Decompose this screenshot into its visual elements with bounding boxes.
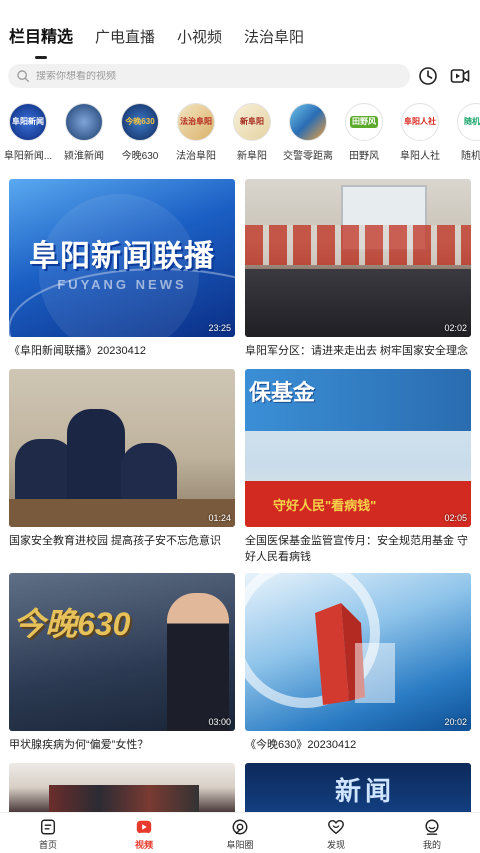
video-duration: 20:02 [444,717,467,727]
video-thumbnail[interactable] [9,763,235,812]
video-thumbnail[interactable]: 20:02 [245,573,471,731]
channel-avatar [65,103,103,141]
channel-avatar: 新阜阳 [233,103,271,141]
video-camera-icon[interactable] [450,66,470,86]
search-row [0,64,480,88]
video-title[interactable]: 《今晚630》20230412 [245,737,471,753]
video-card[interactable] [9,763,235,812]
channel-avatar: 今晚630 [121,103,159,141]
tab-lanmu-jingxuan[interactable]: 栏目精选 [9,29,73,59]
channel-item[interactable]: 新阜阳 新阜阳 [224,103,280,162]
nav-profile[interactable]: 我的 [384,813,480,853]
discover-icon [328,819,344,835]
channel-avatar: 田野风 [345,103,383,141]
home-icon [40,819,56,835]
thumbnail-overlay-text: 今晚630 [13,606,131,642]
channel-item[interactable]: 交警零距离 [280,103,336,162]
nav-label: 我的 [422,840,441,850]
nav-video[interactable]: 视频 [96,813,192,853]
red-flags [245,225,471,265]
video-thumbnail[interactable]: 今晚630 03:00 [9,573,235,731]
channel-item[interactable]: 阜阳新闻 阜阳新闻... [0,103,56,162]
channel-item[interactable]: 法治阜阳 法治阜阳 [168,103,224,162]
thumbnail-overlay-subtext: FUYANG NEWS [57,277,187,292]
video-duration: 01:24 [208,513,231,523]
video-title[interactable]: 阜阳军分区：请进来走出去 树牢国家安全理念 [245,343,471,359]
thumbnail-overlay-text: 保基金 [249,380,316,405]
circle-icon [232,819,248,835]
video-card[interactable]: 阜阳新闻联播 FUYANG NEWS 23:25 《阜阳新闻联播》2023041… [9,179,235,359]
search-input[interactable] [36,70,356,82]
profile-icon [425,819,439,835]
channel-item[interactable]: 颍淮新闻 [56,103,112,162]
nav-circle[interactable]: 阜阳圈 [192,813,288,853]
tab-fazhi-fuyang[interactable]: 法治阜阳 [244,29,304,47]
video-duration: 02:02 [444,323,467,333]
channel-avatar: 阜阳人社 [401,103,439,141]
search-icon [17,70,29,82]
thumbnail-overlay-subtext: 守好人民"看病钱" [273,498,377,513]
thumbnail-overlay-text: 阜阳新闻联播 [29,240,215,273]
video-thumbnail[interactable]: 02:02 [245,179,471,337]
nav-label: 阜阳圈 [226,840,254,850]
channel-item[interactable]: 阜阳人社 阜阳人社 [392,103,448,162]
video-duration: 02:05 [444,513,467,523]
channel-item[interactable]: 今晚630 今晚630 [112,103,168,162]
video-duration: 23:25 [208,323,231,333]
channel-list: 阜阳新闻 阜阳新闻... 颍淮新闻 今晚630 今晚630 法治阜阳 法治阜阳 … [0,103,480,163]
video-card[interactable]: 20:02 《今晚630》20230412 [245,573,471,753]
studio-graphic [245,573,395,708]
channel-item[interactable]: 田野风 田野风 [336,103,392,162]
nav-home[interactable]: 首页 [0,813,96,853]
video-title[interactable]: 甲状腺疾病为何“偏爱”女性？ [9,737,235,753]
video-thumbnail[interactable]: 01:24 [9,369,235,527]
video-icon [136,820,152,834]
video-card[interactable]: 新闻 [245,763,471,812]
video-card[interactable]: 02:02 阜阳军分区：请进来走出去 树牢国家安全理念 [245,179,471,359]
nav-discover[interactable]: 发现 [288,813,384,853]
video-duration: 03:00 [208,717,231,727]
video-title[interactable]: 国家安全教育进校园 提高孩子安不忘危意识 [9,533,235,549]
video-title[interactable]: 全国医保基金监管宣传月：安全规范用基金 守好人民看病钱 [245,533,471,565]
video-title[interactable]: 《阜阳新闻联播》20230412 [9,343,235,359]
search-box[interactable] [8,64,410,88]
video-thumbnail[interactable]: 保基金 守好人民"看病钱" 02:05 [245,369,471,527]
bottom-nav-bar: 首页 视频 阜阳圈 发现 我的 [0,812,480,853]
tab-guangdian-zhibo[interactable]: 广电直播 [95,29,155,47]
nav-label: 首页 [38,840,57,850]
people-figures [49,785,199,812]
nav-label: 发现 [326,840,345,850]
video-card[interactable]: 今晚630 03:00 甲状腺疾病为何“偏爱”女性？ [9,573,235,753]
top-tab-bar: 栏目精选 广电直播 小视频 法治阜阳 [0,0,480,59]
anchor-figure [167,593,229,731]
video-card[interactable]: 保基金 守好人民"看病钱" 02:05 全国医保基金监管宣传月：安全规范用基金 … [245,369,471,565]
video-thumbnail[interactable]: 新闻 [245,763,471,812]
desk [9,499,235,527]
tab-xiao-shipin[interactable]: 小视频 [177,29,222,47]
channel-avatar [289,103,327,141]
audience [245,269,471,337]
channel-item[interactable]: 随机查 随机查 [448,103,480,162]
video-card[interactable]: 01:24 国家安全教育进校园 提高孩子安不忘危意识 [9,369,235,549]
channel-avatar: 阜阳新闻 [9,103,47,141]
nav-label: 视频 [134,840,153,850]
channel-avatar: 法治阜阳 [177,103,215,141]
video-thumbnail[interactable]: 阜阳新闻联播 FUYANG NEWS 23:25 [9,179,235,337]
thumbnail-overlay-text: 新闻 [335,776,396,806]
channel-avatar: 随机查 [457,103,480,141]
history-icon[interactable] [418,66,438,86]
